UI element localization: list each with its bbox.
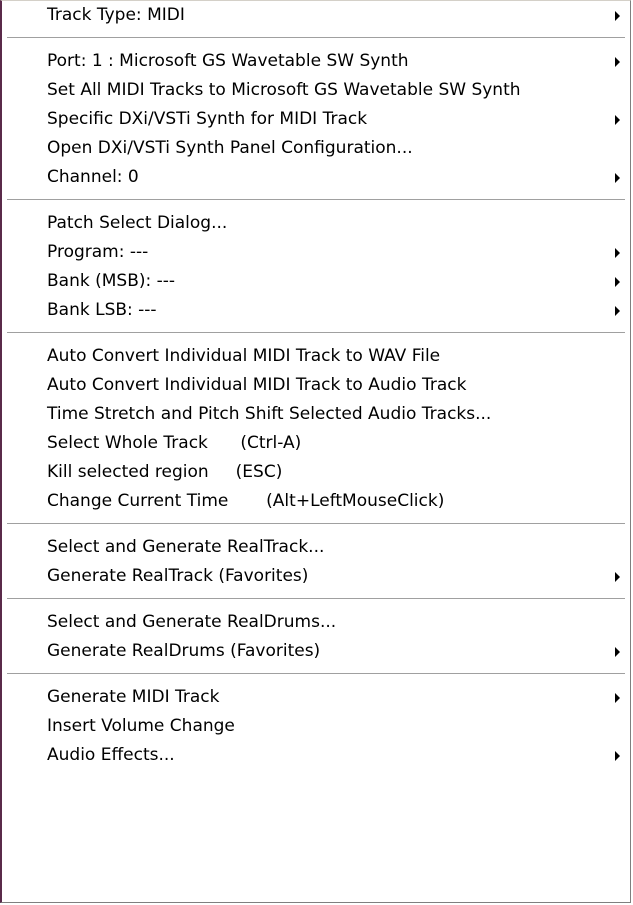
menu-item-patch-select-dialog[interactable]: Patch Select Dialog... <box>2 209 630 238</box>
menu-item-generate-midi-track[interactable]: Generate MIDI Track <box>2 683 630 712</box>
menu-item-label: Track Type: MIDI <box>47 5 185 25</box>
submenu-arrow-icon <box>615 115 620 125</box>
submenu-arrow-icon <box>615 248 620 258</box>
menu-item-label: Auto Convert Individual MIDI Track to Au… <box>47 375 467 395</box>
submenu-arrow-icon <box>615 647 620 657</box>
menu-item-label: Select Whole Track (Ctrl-A) <box>47 433 302 453</box>
menu-item-label: Audio Effects... <box>47 745 175 765</box>
context-menu: Track Type: MIDI Port: 1 : Microsoft GS W… <box>0 0 631 903</box>
menu-item-specific-dxi-vsti-synth-for-midi-track[interactable]: Specific DXi/VSTi Synth for MIDI Track <box>2 105 630 134</box>
submenu-arrow-icon <box>615 572 620 582</box>
menu-item-kill-selected-region-esc[interactable]: Kill selected region (ESC) <box>2 458 630 487</box>
menu-item-auto-convert-individual-midi-track-to-audio-track[interactable]: Auto Convert Individual MIDI Track to Au… <box>2 371 630 400</box>
menu-item-label: Open DXi/VSTi Synth Panel Configuration.… <box>47 138 413 158</box>
menu-item-label: Bank LSB: --- <box>47 300 157 320</box>
menu-item-time-stretch-and-pitch-shift-selected-audio-tracks[interactable]: Time Stretch and Pitch Shift Selected Au… <box>2 400 630 429</box>
submenu-arrow-icon <box>615 11 620 21</box>
menu-item-audio-effects[interactable]: Audio Effects... <box>2 741 630 770</box>
menu-item-label: Select and Generate RealTrack... <box>47 537 325 557</box>
menu-separator <box>7 523 625 525</box>
menu-item-label: Specific DXi/VSTi Synth for MIDI Track <box>47 109 368 129</box>
menu-item-label: Port: 1 : Microsoft GS Wavetable SW Synt… <box>47 51 409 71</box>
menu-separator <box>7 332 625 334</box>
menu-item-open-dxi-vsti-synth-panel-configuration[interactable]: Open DXi/VSTi Synth Panel Configuration.… <box>2 134 630 163</box>
menu-item-label: Patch Select Dialog... <box>47 213 228 233</box>
menu-group: Auto Convert Individual MIDI Track to WA… <box>2 342 630 516</box>
submenu-arrow-icon <box>615 57 620 67</box>
menu-group: Track Type: MIDI <box>2 1 630 30</box>
menu-separator <box>7 199 625 201</box>
menu-item-generate-realdrums-favorites[interactable]: Generate RealDrums (Favorites) <box>2 637 630 666</box>
menu-item-program[interactable]: Program: --- <box>2 238 630 267</box>
menu-item-auto-convert-individual-midi-track-to-wav-file[interactable]: Auto Convert Individual MIDI Track to WA… <box>2 342 630 371</box>
menu-group: Port: 1 : Microsoft GS Wavetable SW Synt… <box>2 47 630 192</box>
menu-item-label: Insert Volume Change <box>47 716 235 736</box>
menu-item-channel-0[interactable]: Channel: 0 <box>2 163 630 192</box>
menu-item-generate-realtrack-favorites[interactable]: Generate RealTrack (Favorites) <box>2 562 630 591</box>
submenu-arrow-icon <box>615 306 620 316</box>
menu-item-label: Generate RealDrums (Favorites) <box>47 641 321 661</box>
menu-item-bank-msb[interactable]: Bank (MSB): --- <box>2 267 630 296</box>
menu-item-label: Channel: 0 <box>47 167 139 187</box>
menu-item-track-type-midi[interactable]: Track Type: MIDI <box>2 1 630 30</box>
menu-group: Select and Generate RealTrack... Generate… <box>2 533 630 591</box>
menu-item-change-current-time-alt-leftmouseclick[interactable]: Change Current Time (Alt+LeftMouseClick) <box>2 487 630 516</box>
menu-item-label: Generate MIDI Track <box>47 687 220 707</box>
menu-item-label: Program: --- <box>47 242 149 262</box>
menu-groups: Track Type: MIDI Port: 1 : Microsoft GS W… <box>2 1 630 770</box>
menu-item-label: Auto Convert Individual MIDI Track to WA… <box>47 346 441 366</box>
menu-separator <box>7 37 625 39</box>
menu-group: Patch Select Dialog... Program: --- Bank (… <box>2 209 630 325</box>
menu-item-select-and-generate-realdrums[interactable]: Select and Generate RealDrums... <box>2 608 630 637</box>
submenu-arrow-icon <box>615 173 620 183</box>
menu-group: Select and Generate RealDrums... Generate… <box>2 608 630 666</box>
menu-item-select-whole-track-ctrl-a[interactable]: Select Whole Track (Ctrl-A) <box>2 429 630 458</box>
menu-item-bank-lsb[interactable]: Bank LSB: --- <box>2 296 630 325</box>
menu-item-insert-volume-change[interactable]: Insert Volume Change <box>2 712 630 741</box>
submenu-arrow-icon <box>615 693 620 703</box>
menu-item-label: Bank (MSB): --- <box>47 271 176 291</box>
menu-separator <box>7 673 625 675</box>
menu-item-label: Generate RealTrack (Favorites) <box>47 566 309 586</box>
submenu-arrow-icon <box>615 277 620 287</box>
menu-item-label: Change Current Time (Alt+LeftMouseClick) <box>47 491 445 511</box>
menu-group: Generate MIDI Track Insert Volume Change A… <box>2 683 630 770</box>
menu-item-select-and-generate-realtrack[interactable]: Select and Generate RealTrack... <box>2 533 630 562</box>
menu-item-label: Kill selected region (ESC) <box>47 462 283 482</box>
menu-item-port-1-microsoft-gs-wavetable-sw-synth[interactable]: Port: 1 : Microsoft GS Wavetable SW Synt… <box>2 47 630 76</box>
menu-item-label: Time Stretch and Pitch Shift Selected Au… <box>47 404 492 424</box>
menu-item-label: Set All MIDI Tracks to Microsoft GS Wave… <box>47 80 521 100</box>
menu-item-label: Select and Generate RealDrums... <box>47 612 337 632</box>
submenu-arrow-icon <box>615 751 620 761</box>
menu-item-set-all-midi-tracks-to-microsoft-gs-wavetable-sw-synth[interactable]: Set All MIDI Tracks to Microsoft GS Wave… <box>2 76 630 105</box>
menu-separator <box>7 598 625 600</box>
